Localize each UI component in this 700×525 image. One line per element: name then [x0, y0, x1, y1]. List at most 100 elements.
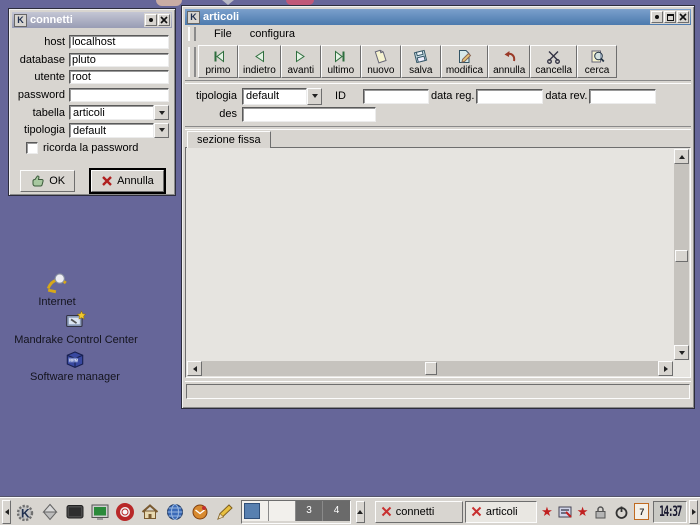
toolbar-drag-handle[interactable]	[188, 47, 196, 77]
indietro-button[interactable]: indietro	[238, 45, 281, 78]
menu-file[interactable]: File	[212, 27, 234, 41]
maximize-button[interactable]	[664, 11, 676, 23]
annulla-button[interactable]: annulla	[488, 45, 530, 78]
database-input[interactable]	[69, 53, 169, 67]
scroll-up-button[interactable]	[674, 149, 689, 164]
panel-hide-left-button[interactable]	[2, 500, 11, 524]
vertical-scroll-track[interactable]	[674, 164, 689, 345]
id-input[interactable]	[363, 89, 429, 104]
power-icon[interactable]	[613, 503, 630, 521]
tipologia-label: tipologia	[191, 90, 237, 102]
desktop-icon-internet[interactable]: Internet	[12, 272, 102, 308]
help-launcher[interactable]	[113, 500, 136, 524]
task-articoli[interactable]: articoli	[465, 501, 537, 523]
cancella-button[interactable]: cancella	[530, 45, 577, 78]
vertical-scroll-thumb[interactable]	[675, 250, 688, 262]
host-input[interactable]	[69, 35, 169, 49]
ultimo-button[interactable]: ultimo	[321, 45, 361, 78]
desktop-icon-mandrake-control-center[interactable]: Mandrake Control Center	[0, 310, 152, 346]
menu-configura[interactable]: configura	[248, 27, 297, 41]
combo-arrow-button[interactable]	[154, 105, 169, 120]
mail-launcher[interactable]	[188, 500, 211, 524]
utente-input[interactable]	[69, 70, 169, 84]
menubar-drag-handle[interactable]	[188, 27, 196, 41]
pager-desktop-2[interactable]	[269, 501, 296, 521]
data-rev-input[interactable]	[589, 89, 656, 104]
scroll-left-button[interactable]	[187, 361, 202, 376]
home-icon	[140, 502, 160, 522]
taskbar-clock[interactable]: 14:37	[653, 501, 687, 523]
sticky-button[interactable]	[145, 14, 157, 26]
tipologia-combo[interactable]: default	[242, 88, 322, 105]
next-record-icon	[292, 48, 309, 65]
nuovo-button[interactable]: nuovo	[361, 45, 401, 78]
tabella-combo-value: articoli	[69, 105, 154, 120]
home-launcher[interactable]	[138, 500, 161, 524]
tabella-label: tabella	[13, 107, 69, 119]
chevron-down-icon	[159, 128, 165, 132]
content-area	[187, 149, 673, 360]
tabella-combo[interactable]: articoli	[69, 105, 169, 120]
pager-desktop-1[interactable]	[242, 501, 269, 521]
articoli-titlebar[interactable]: K articoli	[185, 9, 691, 25]
window-list-button[interactable]	[38, 500, 61, 524]
task-connetti[interactable]: connetti	[375, 501, 463, 523]
panel-hide-right-button[interactable]	[689, 500, 698, 524]
desktop-icon-software-manager[interactable]: RPM Software manager	[8, 347, 142, 383]
life-preserver-icon	[115, 502, 135, 522]
editor-launcher[interactable]	[213, 500, 236, 524]
primo-button[interactable]: primo	[198, 45, 238, 78]
modifica-button[interactable]: modifica	[441, 45, 488, 78]
combo-arrow-button[interactable]	[154, 123, 169, 138]
horizontal-scroll-thumb[interactable]	[425, 362, 437, 375]
tab-strip: sezione fissa	[185, 130, 691, 147]
tab-sezione-fissa[interactable]: sezione fissa	[187, 131, 271, 148]
scroll-right-button[interactable]	[658, 361, 673, 376]
taskbar-scroll-up-button[interactable]	[356, 501, 365, 523]
taskbar: K	[0, 497, 700, 525]
avanti-button[interactable]: avanti	[281, 45, 321, 78]
salva-button[interactable]: salva	[401, 45, 441, 78]
k-menu-button[interactable]: K	[13, 500, 36, 524]
close-button[interactable]	[677, 11, 689, 23]
terminal-launcher[interactable]	[63, 500, 86, 524]
cerca-button[interactable]: cerca	[577, 45, 617, 78]
status-message-area	[186, 384, 690, 399]
task-app-icon	[381, 506, 392, 517]
internet-icon	[46, 272, 68, 294]
pager-desktop-4[interactable]: 4	[323, 501, 350, 521]
pager-desktop-3[interactable]: 3	[296, 501, 323, 521]
password-input[interactable]	[69, 88, 169, 102]
connetti-titlebar[interactable]: K connetti	[12, 12, 172, 28]
browser-launcher[interactable]	[163, 500, 186, 524]
calendar-tray-icon[interactable]: 7	[634, 503, 649, 520]
chevron-down-icon	[159, 111, 165, 115]
close-button[interactable]	[158, 14, 170, 26]
konsole-launcher[interactable]	[88, 500, 111, 524]
sticky-button[interactable]	[651, 11, 663, 23]
previous-record-icon	[251, 48, 268, 65]
articoli-window: K articoli File configura pri	[181, 5, 695, 409]
tipologia-combo[interactable]: default	[69, 123, 169, 138]
vertical-scrollbar[interactable]	[674, 149, 689, 360]
combo-arrow-button[interactable]	[307, 88, 322, 105]
svg-text:RPM: RPM	[69, 357, 78, 362]
dialog-buttons: OK Annulla	[12, 170, 172, 192]
ok-button[interactable]: OK	[20, 170, 75, 192]
chevron-down-icon	[312, 94, 318, 98]
save-icon	[412, 48, 429, 65]
horizontal-scroll-track[interactable]	[202, 361, 658, 376]
tray-app-icon[interactable]	[557, 504, 573, 520]
tray-star-icon[interactable]: ★	[577, 505, 589, 518]
remember-password-checkbox[interactable]	[26, 142, 38, 154]
data-reg-input[interactable]	[476, 89, 543, 104]
tray-star-icon[interactable]: ★	[541, 505, 553, 518]
lock-icon[interactable]	[592, 503, 609, 521]
green-monitor-icon	[90, 502, 110, 522]
partial-desktop-icon	[156, 0, 182, 6]
des-input[interactable]	[242, 107, 376, 122]
scroll-down-button[interactable]	[674, 345, 689, 360]
horizontal-scrollbar[interactable]	[187, 361, 673, 376]
tipologia-label: tipologia	[13, 124, 69, 136]
annulla-button[interactable]: Annulla	[91, 170, 164, 192]
